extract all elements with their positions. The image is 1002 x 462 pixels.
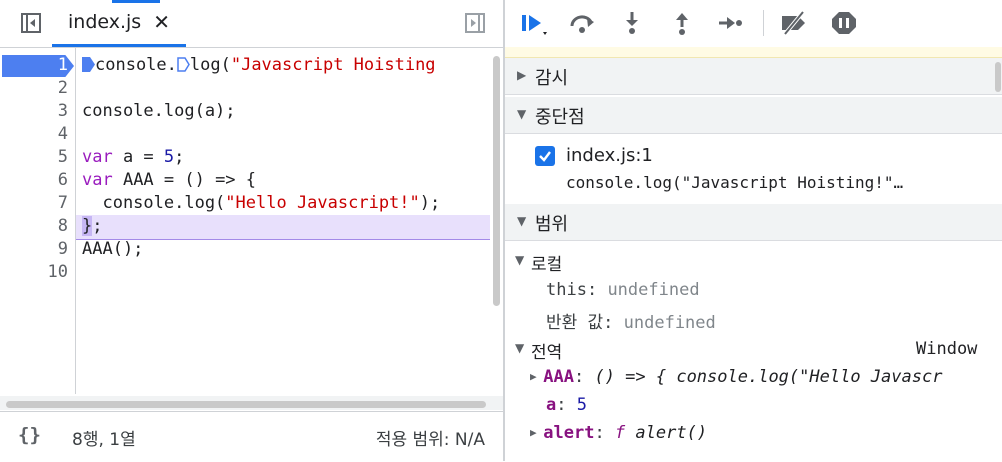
chevron-right-icon: ▶: [517, 68, 527, 82]
matched-brace: }: [82, 216, 93, 236]
code-line-3: console.log(a);: [82, 101, 236, 121]
resume-icon[interactable]: [519, 10, 549, 36]
section-label: 중단점: [535, 107, 585, 128]
code-string: "Javascript Hoisting: [230, 55, 436, 75]
code-token: ;: [174, 147, 185, 167]
code-token: console.log(: [82, 193, 226, 213]
debugger-sidebar: ▶ 감시 ▼ 중단점 index.js:1 console.log("Javas…: [505, 0, 1002, 461]
sidebar-left-icon[interactable]: [20, 12, 42, 34]
editor-vertical-scrollbar[interactable]: [493, 56, 500, 306]
code-line-9: AAA();: [82, 239, 144, 259]
scope-local-label: 로컬: [531, 255, 563, 275]
step-out-icon[interactable]: [667, 10, 697, 36]
tab-index-js[interactable]: index.js ✕: [52, 0, 186, 47]
code-line-7: console.log("Hello Javascript!");: [82, 192, 440, 215]
step-icon[interactable]: [715, 10, 745, 36]
chevron-right-icon: ▶: [530, 370, 544, 383]
section-scope[interactable]: ▼ 범위: [505, 204, 1002, 241]
scope-prop-alert[interactable]: ▶ alert: f alert(): [530, 423, 707, 443]
chevron-down-icon: ▼: [515, 253, 525, 267]
pretty-print-icon[interactable]: {}: [18, 424, 41, 446]
code-content[interactable]: console. log("Javascript Hoisting console…: [82, 48, 490, 394]
prop-name: AAA: [543, 367, 574, 387]
paused-banner: [505, 47, 1002, 58]
toolbar-separator: [763, 10, 764, 36]
prop-function-keyword: f: [614, 423, 626, 443]
code-string: "Hello Javascript!": [225, 193, 420, 213]
sidebar-right-icon[interactable]: [464, 12, 486, 34]
section-breakpoints[interactable]: ▼ 중단점: [505, 97, 1002, 134]
editor-status-bar: {} 8행, 1열 적용 범위: N/A: [0, 411, 503, 462]
prop-value: undefined: [607, 280, 700, 300]
editor-horizontal-scrollbar[interactable]: [6, 401, 486, 408]
line-number[interactable]: 7: [0, 192, 68, 215]
tab-top-accent: [112, 0, 160, 3]
code-number: 5: [163, 147, 175, 167]
step-into-icon[interactable]: [617, 10, 647, 36]
breakpoint-code: console.log("Javascript Hoisting!"…: [566, 173, 904, 192]
line-number[interactable]: 5: [0, 146, 68, 169]
scope-prop-this[interactable]: this: undefined: [546, 280, 700, 300]
code-token: log(: [189, 55, 231, 75]
code-line-5: var a = 5;: [82, 146, 184, 169]
coverage-label: 적용 범위: N/A: [375, 430, 485, 450]
section-label: 범위: [535, 214, 569, 235]
code-token: console.: [95, 55, 177, 75]
code-keyword: var: [82, 170, 113, 190]
chevron-down-icon: ▼: [515, 341, 525, 355]
prop-value: alert(): [635, 423, 708, 443]
sources-panel: index.js ✕ 1 2 3 4 5 6 7 8 9 10 console.…: [0, 0, 503, 462]
breakpoint-location[interactable]: index.js:1: [566, 145, 653, 166]
line-number[interactable]: 4: [0, 123, 68, 146]
sidebar-vertical-scrollbar[interactable]: [995, 62, 1001, 92]
line-number[interactable]: 1: [0, 54, 68, 77]
code-token: );: [419, 193, 441, 213]
code-line-6: var AAA = () => {: [82, 169, 256, 192]
prop-name: 반환 값: [546, 313, 604, 333]
line-number[interactable]: 2: [0, 77, 68, 100]
line-number[interactable]: 9: [0, 238, 68, 261]
tab-label: index.js: [68, 11, 142, 33]
close-icon[interactable]: ✕: [153, 10, 170, 34]
chevron-right-icon: ▶: [530, 426, 544, 439]
line-number[interactable]: 3: [0, 100, 68, 123]
prop-value: 5: [576, 395, 587, 415]
prop-name: this: [546, 280, 587, 300]
scope-prop-aaa[interactable]: ▶ AAA: () => { console.log("Hello Javasc…: [530, 367, 995, 387]
code-keyword: var: [82, 147, 113, 167]
execution-marker-icon: [82, 56, 95, 72]
debugger-toolbar: [505, 0, 1002, 48]
section-watch[interactable]: ▶ 감시: [505, 58, 1002, 95]
chevron-down-icon: ▼: [517, 214, 527, 228]
breakpoint-checkbox[interactable]: [535, 146, 555, 166]
step-over-icon[interactable]: [567, 10, 597, 36]
section-label: 감시: [535, 68, 569, 89]
code-editor[interactable]: 1 2 3 4 5 6 7 8 9 10 console. log("Javasc…: [0, 48, 503, 394]
pause-on-exceptions-icon[interactable]: [829, 10, 859, 36]
prop-value: () => { console.log("Hello Javascr: [594, 367, 943, 387]
scope-global-value: Window: [916, 339, 978, 359]
editor-tab-bar: index.js ✕: [0, 0, 503, 48]
line-number[interactable]: 6: [0, 169, 68, 192]
code-token: a =: [112, 147, 164, 167]
inline-breakpoint-icon[interactable]: [177, 56, 190, 72]
code-line-1: console. log("Javascript Hoisting: [82, 54, 436, 77]
line-number[interactable]: 10: [0, 261, 68, 284]
line-number[interactable]: 8: [0, 215, 68, 238]
deactivate-breakpoints-icon[interactable]: [779, 10, 809, 36]
cursor-position: 8행, 1열: [72, 430, 136, 450]
code-line-8: };: [82, 215, 103, 238]
prop-name: a: [546, 395, 557, 415]
prop-name: alert: [543, 423, 595, 443]
line-gutter[interactable]: 1 2 3 4 5 6 7 8 9 10: [0, 48, 76, 394]
code-token: AAA = () => {: [112, 170, 257, 190]
prop-value: undefined: [623, 313, 716, 333]
chevron-down-icon: ▼: [517, 107, 527, 121]
scope-global-label: 전역: [531, 343, 563, 363]
scope-prop-a[interactable]: a: 5: [546, 395, 587, 415]
code-token: ;: [92, 216, 103, 236]
scope-prop-return[interactable]: 반환 값: undefined: [546, 308, 716, 333]
